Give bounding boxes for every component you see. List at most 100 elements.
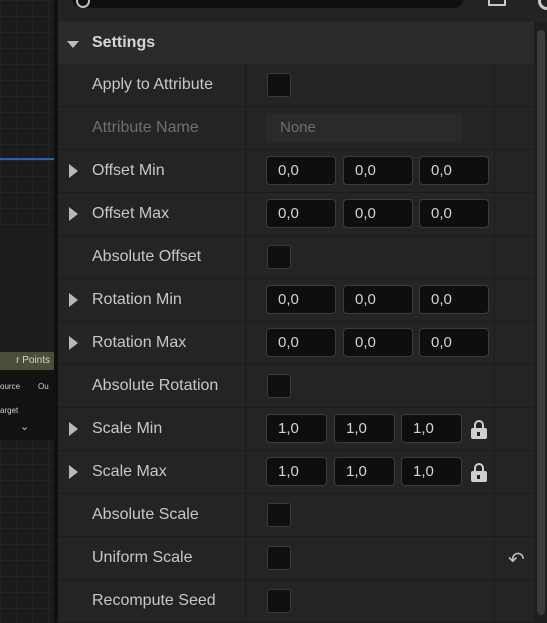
pin-target-label[interactable]: arget <box>0 406 18 415</box>
property-value-cell: None <box>246 107 495 149</box>
reset-cell <box>495 150 534 192</box>
graph-wire <box>0 158 54 160</box>
property-label: Offset Max <box>92 205 170 222</box>
collapse-arrow-icon[interactable] <box>67 41 79 48</box>
view-options-icon[interactable] <box>488 0 506 6</box>
reset-cell <box>495 107 534 149</box>
property-label: Absolute Offset <box>92 248 202 265</box>
offset-max-x-field[interactable]: 0,0 <box>266 199 336 228</box>
property-value-cell <box>246 494 495 536</box>
offset-max-y-field[interactable]: 0,0 <box>343 199 413 228</box>
scale-max-y-field[interactable]: 1,0 <box>334 457 395 486</box>
rotation-max-y-field[interactable]: 0,0 <box>343 328 413 357</box>
rotation-max-z-field[interactable]: 0,0 <box>419 328 489 357</box>
property-value-cell: 0,0 0,0 0,0 <box>246 322 495 364</box>
property-value-cell <box>246 580 495 622</box>
absolute-offset-checkbox[interactable] <box>267 245 291 269</box>
property-name-cell: Offset Min <box>58 150 246 192</box>
rotation-max-x-field[interactable]: 0,0 <box>266 328 336 357</box>
expand-arrow-icon[interactable] <box>69 293 78 307</box>
absolute-rotation-checkbox[interactable] <box>267 374 291 398</box>
property-row-offset-max: Offset Max 0,0 0,0 0,0 <box>58 193 534 236</box>
offset-min-z-field[interactable]: 0,0 <box>419 156 489 185</box>
pin-out-label[interactable]: Ou <box>38 382 49 391</box>
property-name-cell: Rotation Max <box>58 322 246 364</box>
property-label: Apply to Attribute <box>92 76 213 93</box>
lock-icon[interactable] <box>470 420 488 440</box>
graph-viewport[interactable]: r Points ource Ou arget ⌄ <box>0 0 54 623</box>
rotation-min-z-field[interactable]: 0,0 <box>419 285 489 314</box>
property-name-cell: Attribute Name <box>58 107 246 149</box>
property-row-rotation-min: Rotation Min 0,0 0,0 0,0 <box>58 279 534 322</box>
reset-cell: ↶ <box>495 537 534 579</box>
property-label: Recompute Seed <box>92 592 216 609</box>
property-value-cell <box>246 64 495 106</box>
property-label: Rotation Max <box>92 334 187 351</box>
scale-min-x-field[interactable]: 1,0 <box>266 414 327 443</box>
expand-arrow-icon[interactable] <box>69 336 78 350</box>
property-name-cell: Uniform Scale <box>58 537 246 579</box>
property-row-recompute-seed: Recompute Seed <box>58 580 534 623</box>
property-row-rotation-max: Rotation Max 0,0 0,0 0,0 <box>58 322 534 365</box>
reset-cell <box>495 580 534 622</box>
gear-icon[interactable] <box>538 0 547 10</box>
property-label: Uniform Scale <box>92 549 193 566</box>
reset-cell <box>495 279 534 321</box>
details-panel: Settings Apply to Attribute Attribute Na… <box>58 0 547 623</box>
recompute-seed-checkbox[interactable] <box>267 589 291 613</box>
settings-section-header[interactable]: Settings <box>58 22 547 65</box>
property-row-apply-to-attribute: Apply to Attribute <box>58 64 534 107</box>
property-row-absolute-rotation: Absolute Rotation <box>58 365 534 408</box>
uniform-scale-checkbox[interactable] <box>267 546 291 570</box>
expand-arrow-icon[interactable] <box>69 164 78 178</box>
offset-min-y-field[interactable]: 0,0 <box>343 156 413 185</box>
reset-cell <box>495 451 534 493</box>
scale-max-x-field[interactable]: 1,0 <box>266 457 327 486</box>
property-value-cell: 0,0 0,0 0,0 <box>246 150 495 192</box>
absolute-scale-checkbox[interactable] <box>267 503 291 527</box>
property-name-cell: Absolute Offset <box>58 236 246 278</box>
scrollbar-thumb[interactable] <box>537 30 545 615</box>
graph-node-body <box>0 228 54 368</box>
property-value-cell: 0,0 0,0 0,0 <box>246 193 495 235</box>
scale-max-z-field[interactable]: 1,0 <box>401 457 462 486</box>
property-name-cell: Apply to Attribute <box>58 64 246 106</box>
search-input[interactable] <box>72 0 464 8</box>
rotation-min-x-field[interactable]: 0,0 <box>266 285 336 314</box>
apply-to-attribute-checkbox[interactable] <box>267 73 291 97</box>
property-name-cell: Scale Min <box>58 408 246 450</box>
graph-node-title[interactable]: r Points <box>0 352 54 370</box>
reset-to-default-icon[interactable]: ↶ <box>508 547 525 572</box>
property-row-scale-min: Scale Min 1,0 1,0 1,0 <box>58 408 534 451</box>
pin-source-label[interactable]: ource <box>0 382 20 391</box>
expand-arrow-icon[interactable] <box>69 465 78 479</box>
property-label: Absolute Rotation <box>92 377 219 394</box>
property-value-cell <box>246 236 495 278</box>
reset-cell <box>495 322 534 364</box>
property-name-cell: Offset Max <box>58 193 246 235</box>
expand-arrow-icon[interactable] <box>69 422 78 436</box>
rotation-min-y-field[interactable]: 0,0 <box>343 285 413 314</box>
property-row-scale-max: Scale Max 1,0 1,0 1,0 <box>58 451 534 494</box>
section-title: Settings <box>92 34 156 51</box>
node-expand-icon[interactable]: ⌄ <box>20 420 29 433</box>
scale-min-z-field[interactable]: 1,0 <box>401 414 462 443</box>
property-label: Attribute Name <box>92 119 199 136</box>
expand-arrow-icon[interactable] <box>69 207 78 221</box>
property-name-cell: Absolute Scale <box>58 494 246 536</box>
offset-max-z-field[interactable]: 0,0 <box>419 199 489 228</box>
reset-cell <box>495 236 534 278</box>
reset-cell <box>495 64 534 106</box>
property-value-cell <box>246 537 495 579</box>
reset-cell <box>495 408 534 450</box>
reset-cell <box>495 494 534 536</box>
reset-cell <box>495 193 534 235</box>
offset-min-x-field[interactable]: 0,0 <box>266 156 336 185</box>
property-value-cell: 1,0 1,0 1,0 <box>246 408 495 450</box>
scale-min-y-field[interactable]: 1,0 <box>334 414 395 443</box>
property-label: Absolute Scale <box>92 506 199 523</box>
reset-cell <box>495 365 534 407</box>
property-value-cell: 1,0 1,0 1,0 <box>246 451 495 493</box>
lock-icon[interactable] <box>470 463 488 483</box>
property-list: Apply to Attribute Attribute Name None O… <box>58 64 534 623</box>
